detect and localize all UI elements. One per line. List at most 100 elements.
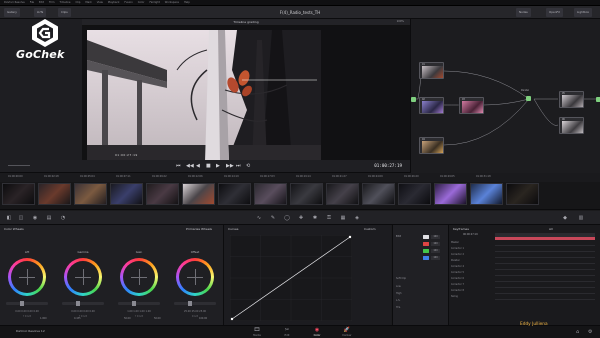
- sat-value[interactable]: 50.00: [124, 317, 131, 320]
- settings-gear-icon[interactable]: ⚙: [588, 329, 592, 335]
- wheels-mode[interactable]: Primaries Wheels: [186, 227, 212, 231]
- red-intensity-field[interactable]: 100: [431, 242, 440, 246]
- edit-page-tab[interactable]: ✂ Edit: [270, 327, 304, 338]
- red-channel-swatch[interactable]: [423, 242, 429, 246]
- keyframe-track[interactable]: [495, 259, 595, 264]
- qualifier-icon[interactable]: ✎: [270, 215, 276, 221]
- blur-icon[interactable]: ✱: [312, 215, 318, 221]
- play-button[interactable]: ▶: [216, 163, 220, 169]
- fast-forward-button[interactable]: ▶▶: [226, 163, 234, 169]
- sizing-icon[interactable]: ▦: [340, 215, 346, 221]
- go-to-end-button[interactable]: ⏭: [236, 163, 241, 169]
- color-page-tab[interactable]: ◉ Color: [300, 327, 334, 338]
- clip-thumbnail[interactable]: [326, 183, 359, 205]
- color-wheels-icon[interactable]: ◉: [32, 215, 38, 221]
- slider-knob[interactable]: [188, 301, 192, 306]
- master-wheel-slider[interactable]: [62, 302, 104, 305]
- luma-channel-swatch[interactable]: [423, 235, 429, 239]
- offset-wheel[interactable]: Offset 25.00 25.00 25.00 R G B: [170, 240, 220, 318]
- keyframe-track[interactable]: [495, 241, 595, 246]
- node-02[interactable]: 02: [419, 97, 444, 114]
- master-wheel-slider[interactable]: [6, 302, 48, 305]
- slider-knob[interactable]: [20, 301, 24, 306]
- keyframes-icon[interactable]: ◆: [562, 215, 568, 221]
- blue-intensity-field[interactable]: 100: [431, 256, 440, 260]
- 3d-icon[interactable]: ◈: [354, 215, 360, 221]
- clip-thumbnail[interactable]: [38, 183, 71, 205]
- master-wheel-slider[interactable]: [174, 302, 216, 305]
- color-ring[interactable]: [176, 258, 214, 296]
- clip-thumbnail[interactable]: [254, 183, 287, 205]
- node-03[interactable]: 03: [459, 97, 484, 114]
- reverse-button[interactable]: ◀: [196, 163, 200, 169]
- keyframe-track[interactable]: [495, 253, 595, 258]
- node-output[interactable]: [596, 97, 600, 102]
- color-ring[interactable]: [8, 258, 46, 296]
- node-04[interactable]: 04: [419, 137, 444, 154]
- parallel-mixer-node[interactable]: [526, 96, 531, 101]
- node-01[interactable]: 01: [419, 62, 444, 79]
- keyframe-track[interactable]: [495, 289, 595, 294]
- slider-knob[interactable]: [132, 301, 136, 306]
- curve-graph[interactable]: [230, 235, 352, 321]
- luma-intensity-field[interactable]: 100: [431, 235, 440, 239]
- wheel-values[interactable]: 0.00 0.00 0.00 0.00: [58, 310, 108, 313]
- color-ring[interactable]: [120, 258, 158, 296]
- color-ring[interactable]: [64, 258, 102, 296]
- node-editor[interactable]: 01 02 03 04 Parallel 05 06 07: [410, 19, 600, 173]
- key-icon[interactable]: ⚿: [326, 215, 332, 221]
- jog-slider[interactable]: [8, 165, 30, 166]
- clip-thumbnail[interactable]: [470, 183, 503, 205]
- keyframe-track[interactable]: [495, 271, 595, 276]
- home-icon[interactable]: ⌂: [576, 329, 579, 335]
- luts-button[interactable]: LUTs: [34, 8, 47, 17]
- green-intensity-field[interactable]: 100: [431, 249, 440, 253]
- stop-button[interactable]: ■: [206, 163, 211, 169]
- viewer-zoom[interactable]: 100%: [397, 20, 404, 23]
- openfx-button[interactable]: OpenFX: [546, 8, 563, 17]
- master-wheel-slider[interactable]: [118, 302, 160, 305]
- clip-thumbnail[interactable]: [398, 183, 431, 205]
- keyframe-track[interactable]: [495, 277, 595, 282]
- clip-thumbnail[interactable]: [182, 183, 215, 205]
- rgb-mixer-icon[interactable]: ▤: [46, 215, 52, 221]
- motion-effects-icon[interactable]: ◔: [60, 215, 66, 221]
- color-match-icon[interactable]: ◫: [18, 215, 24, 221]
- curves-icon[interactable]: ∿: [256, 215, 262, 221]
- wheel-values[interactable]: 1.00 1.00 1.00 1.00: [114, 310, 164, 313]
- deliver-page-tab[interactable]: 🚀 Deliver: [330, 327, 364, 338]
- window-icon[interactable]: ◯: [284, 215, 290, 221]
- keyframe-track[interactable]: [495, 295, 595, 300]
- lum-mix-value[interactable]: 100.00: [199, 317, 207, 320]
- wheel-values[interactable]: 25.00 25.00 25.00: [170, 310, 220, 313]
- nodes-button[interactable]: Nodes: [516, 8, 531, 17]
- hue-value[interactable]: 50.00: [154, 317, 161, 320]
- loop-button[interactable]: ⟲: [246, 163, 250, 169]
- curves-mode[interactable]: Custom: [364, 227, 376, 231]
- lightbox-button[interactable]: Lightbox: [574, 8, 593, 17]
- clips-button[interactable]: Clips: [58, 8, 71, 17]
- gain-wheel[interactable]: Gain 1.00 1.00 1.00 1.00 Y R G B: [114, 240, 164, 318]
- tracker-icon[interactable]: ✚: [298, 215, 304, 221]
- clip-thumbnail[interactable]: [2, 183, 35, 205]
- node-05[interactable]: 05: [559, 91, 584, 108]
- node-input[interactable]: [411, 97, 416, 102]
- gallery-button[interactable]: Gallery: [4, 8, 20, 17]
- keyframe-track[interactable]: [495, 247, 595, 252]
- contrast-value[interactable]: 1.000: [40, 317, 47, 320]
- media-page-tab[interactable]: 🎞 Media: [240, 327, 274, 338]
- camera-raw-icon[interactable]: ◧: [6, 215, 12, 221]
- scopes-icon[interactable]: ▥: [578, 215, 584, 221]
- clip-thumbnail[interactable]: [290, 183, 323, 205]
- clip-thumbnail[interactable]: [434, 183, 467, 205]
- clip-thumbnail[interactable]: [146, 183, 179, 205]
- keyframes-filter[interactable]: All: [549, 227, 553, 231]
- clip-thumbnail[interactable]: [218, 183, 251, 205]
- clip-thumbnail[interactable]: [362, 183, 395, 205]
- video-frame[interactable]: 01:00:27:19: [87, 30, 321, 162]
- pivot-value[interactable]: 0.435: [74, 317, 81, 320]
- wheel-values[interactable]: 0.00 0.00 0.00 0.00: [2, 310, 52, 313]
- node-06[interactable]: 06: [559, 117, 584, 134]
- go-to-start-button[interactable]: ⏮: [176, 163, 181, 169]
- green-channel-swatch[interactable]: [423, 249, 429, 253]
